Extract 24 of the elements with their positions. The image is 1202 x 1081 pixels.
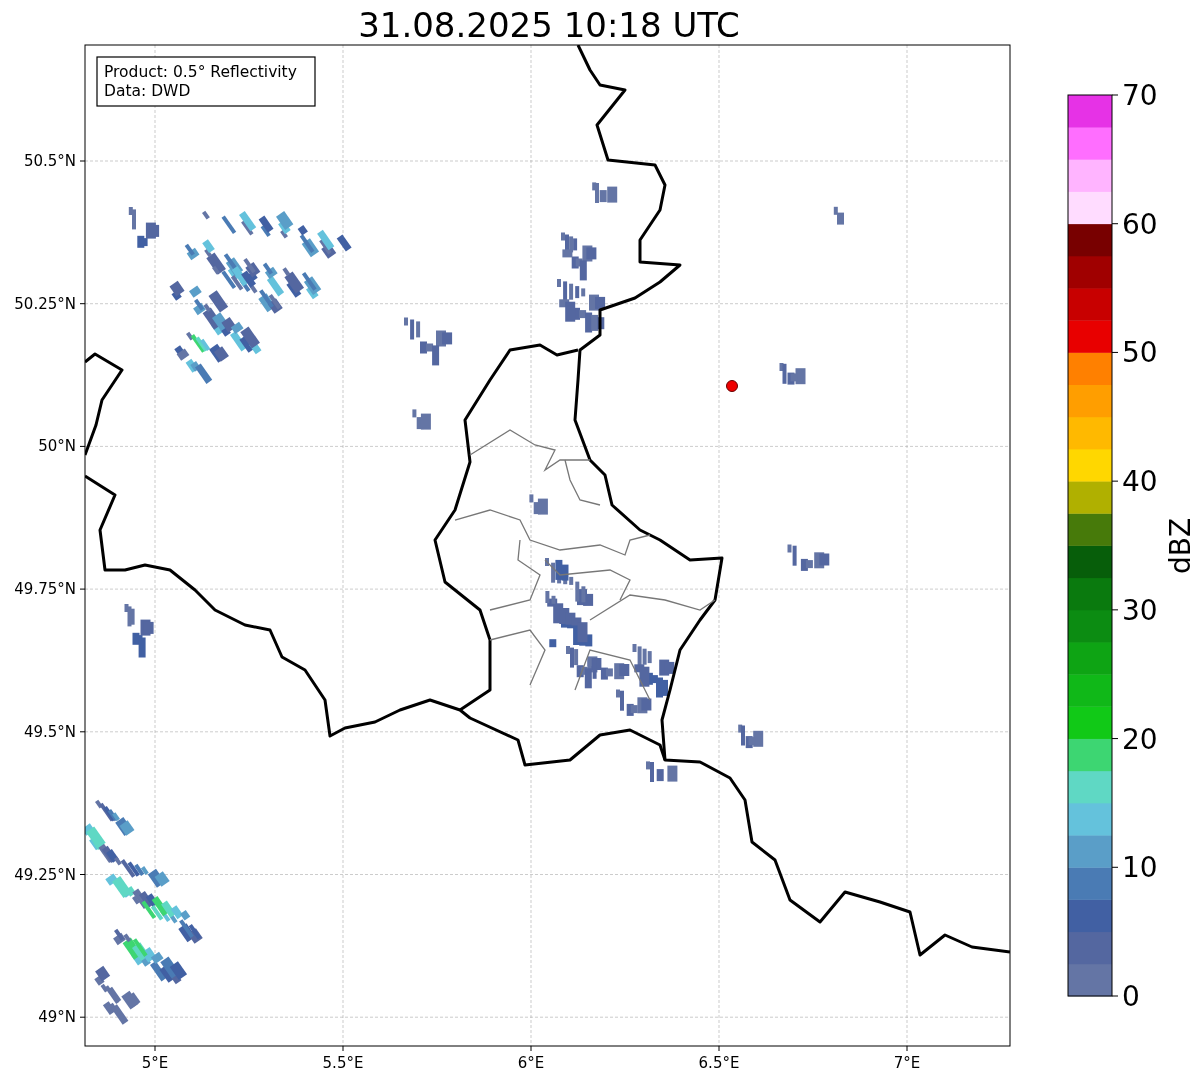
colorbar-tick-label: 20 — [1122, 722, 1158, 756]
colorbar-tick-label: 50 — [1122, 336, 1158, 370]
axis-tick-label: 7°E — [893, 1054, 921, 1072]
axis-tick-label: 49.5°N — [23, 722, 76, 741]
axis-tick-label: 49.25°N — [14, 865, 76, 884]
colorbar-tick-label: 30 — [1122, 593, 1158, 627]
colorbar-tick-label: 0 — [1122, 980, 1140, 1013]
axis-tick-label: 5°E — [141, 1054, 169, 1072]
info-text: Product: 0.5° Reflectivity Data: DWD — [104, 63, 297, 100]
colorbar-label: dBZ — [1164, 517, 1197, 575]
axis-tick-label: 5.5°E — [322, 1054, 364, 1072]
colorbar-tick-label: 60 — [1122, 207, 1158, 241]
axis-tick-label: 49.75°N — [14, 580, 76, 599]
axis-tick-label: 6°E — [517, 1054, 545, 1072]
axis-tick-label: 50.25°N — [14, 294, 76, 313]
chart-title: 31.08.2025 10:18 UTC — [358, 5, 740, 45]
colorbar-tick-label: 40 — [1122, 465, 1158, 499]
axis-tick-label: 6.5°E — [698, 1054, 740, 1072]
colorbar-tick-label: 10 — [1122, 851, 1158, 885]
axis-tick-label: 49°N — [38, 1008, 76, 1027]
colorbar-tick-label: 70 — [1122, 79, 1158, 112]
axis-tick-label: 50°N — [38, 437, 76, 456]
location-marker-icon — [726, 380, 738, 392]
axis-tick-label: 50.5°N — [23, 152, 76, 170]
